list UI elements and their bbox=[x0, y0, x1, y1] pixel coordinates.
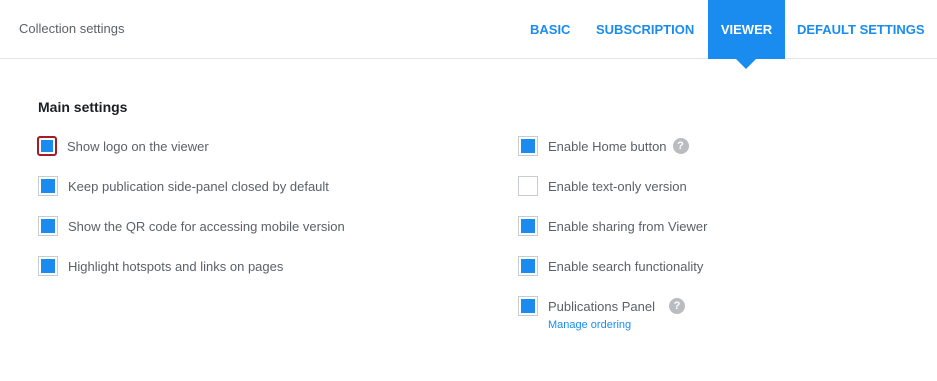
side-panel-label: Keep publication side-panel closed by de… bbox=[68, 178, 329, 194]
qr-code-label: Show the QR code for accessing mobile ve… bbox=[68, 218, 345, 234]
setting-row-home-button: Enable Home button ? bbox=[518, 135, 689, 157]
setting-row-qr-code: Show the QR code for accessing mobile ve… bbox=[38, 215, 345, 237]
tab-viewer[interactable]: VIEWER bbox=[708, 0, 785, 69]
checkbox-fill bbox=[41, 140, 53, 152]
caret-down-icon bbox=[736, 59, 756, 69]
manage-ordering-link[interactable]: Manage ordering bbox=[548, 319, 631, 331]
question-mark-circle-icon[interactable]: ? bbox=[672, 138, 689, 154]
tab-default-settings[interactable]: DEFAULT SETTINGS bbox=[797, 0, 925, 59]
checkbox-fill bbox=[41, 259, 55, 273]
show-logo-checkbox[interactable] bbox=[37, 136, 57, 156]
hotspots-label: Highlight hotspots and links on pages bbox=[68, 258, 284, 274]
checkbox-fill bbox=[41, 179, 55, 193]
search-label: Enable search functionality bbox=[548, 258, 704, 274]
home-button-label: Enable Home button bbox=[548, 138, 667, 154]
setting-row-search: Enable search functionality bbox=[518, 255, 703, 277]
search-checkbox[interactable] bbox=[518, 256, 538, 276]
section-title: Main settings bbox=[38, 99, 128, 115]
checkbox-fill bbox=[521, 299, 535, 313]
setting-row-text-only: Enable text-only version bbox=[518, 175, 687, 197]
setting-row-hotspots: Highlight hotspots and links on pages bbox=[38, 255, 283, 277]
setting-row-side-panel: Keep publication side-panel closed by de… bbox=[38, 175, 329, 197]
side-panel-checkbox[interactable] bbox=[38, 176, 58, 196]
text-only-checkbox[interactable] bbox=[518, 176, 538, 196]
header: Collection settings BASIC SUBSCRIPTION V… bbox=[0, 0, 937, 69]
show-logo-label: Show logo on the viewer bbox=[67, 138, 209, 154]
home-button-checkbox[interactable] bbox=[518, 136, 538, 156]
text-only-label: Enable text-only version bbox=[548, 178, 687, 194]
checkbox-fill bbox=[521, 259, 535, 273]
setting-row-sharing: Enable sharing from Viewer bbox=[518, 215, 707, 237]
tab-viewer-label: VIEWER bbox=[720, 22, 773, 37]
sharing-label: Enable sharing from Viewer bbox=[548, 218, 708, 234]
question-mark-circle-icon[interactable]: ? bbox=[668, 298, 685, 314]
checkbox-fill bbox=[41, 219, 55, 233]
page-title: Collection settings bbox=[19, 21, 125, 36]
tab-basic[interactable]: BASIC bbox=[530, 0, 570, 59]
publications-panel-label: Publications Panel bbox=[548, 298, 655, 314]
setting-row-publications-panel: Publications Panel ? bbox=[518, 295, 685, 317]
sharing-checkbox[interactable] bbox=[518, 216, 538, 236]
qr-code-checkbox[interactable] bbox=[38, 216, 58, 236]
tab-subscription[interactable]: SUBSCRIPTION bbox=[596, 0, 694, 59]
setting-row-show-logo: Show logo on the viewer bbox=[37, 135, 209, 157]
checkbox-fill bbox=[521, 219, 535, 233]
hotspots-checkbox[interactable] bbox=[38, 256, 58, 276]
publications-panel-checkbox[interactable] bbox=[518, 296, 538, 316]
checkbox-fill bbox=[521, 139, 535, 153]
